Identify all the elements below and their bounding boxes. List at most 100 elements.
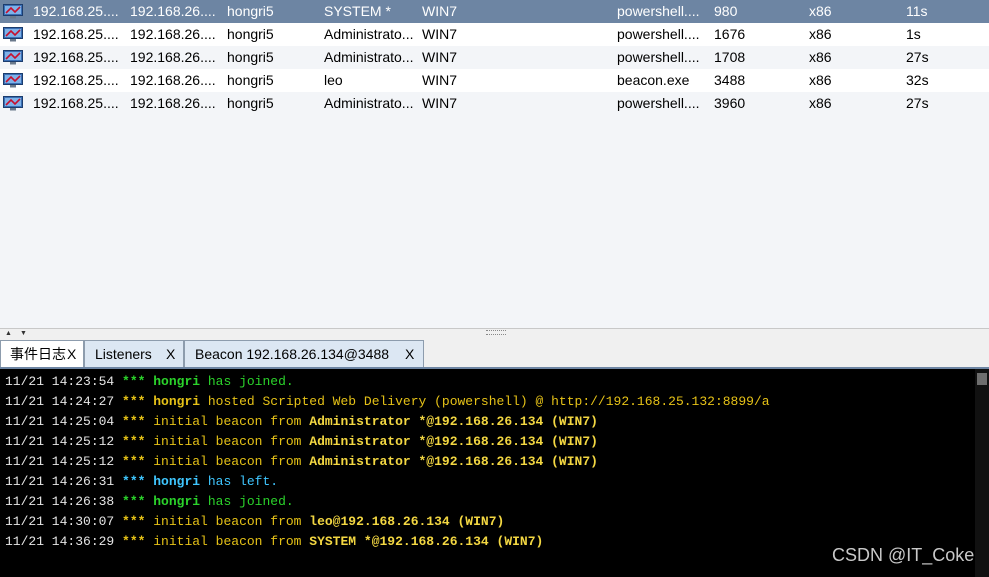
- cell-process: powershell....: [617, 49, 700, 65]
- log-line: 11/21 14:30:07 *** initial beacon from l…: [5, 512, 504, 532]
- log-stars: ***: [122, 534, 146, 549]
- cell-process: powershell....: [617, 3, 700, 19]
- monitor-icon: [3, 50, 23, 65]
- log-line: 11/21 14:25:12 *** initial beacon from A…: [5, 452, 598, 472]
- tab-listeners[interactable]: Listeners X: [84, 340, 184, 367]
- log-time: 11/21 14:23:54: [5, 374, 115, 389]
- log-stars: ***: [122, 414, 146, 429]
- log-line: 11/21 14:25:04 *** initial beacon from A…: [5, 412, 598, 432]
- collapse-down-icon[interactable]: ▼: [20, 330, 27, 337]
- cell-pid: 980: [714, 3, 738, 19]
- tab-close-button[interactable]: X: [67, 341, 76, 367]
- log-message: initial beacon from: [153, 534, 310, 549]
- cell-note: WIN7: [422, 3, 457, 19]
- cell-internal: 192.168.26....: [130, 49, 216, 65]
- cell-last: 27s: [906, 95, 929, 111]
- log-line: 11/21 14:25:12 *** initial beacon from A…: [5, 432, 598, 452]
- cell-pid: 3960: [714, 95, 746, 111]
- cell-computer: Administrato...: [324, 26, 414, 42]
- session-row[interactable]: 192.168.25.... 192.168.26.... hongri5 leo WI…: [0, 69, 989, 92]
- log-message: has joined.: [200, 374, 294, 389]
- log-message: initial beacon from: [153, 434, 310, 449]
- monitor-icon: [3, 96, 23, 111]
- log-time: 11/21 14:25:04: [5, 414, 115, 429]
- cell-process: beacon.exe: [617, 72, 690, 88]
- cell-user: hongri5: [227, 26, 274, 42]
- session-row[interactable]: 192.168.25.... 192.168.26.... hongri5 Admin…: [0, 92, 989, 115]
- log-stars: ***: [122, 434, 146, 449]
- cell-last: 1s: [906, 26, 921, 42]
- log-line: 11/21 14:26:38 *** hongri has joined.: [5, 492, 294, 512]
- cell-computer: leo: [324, 72, 343, 88]
- cell-process: powershell....: [617, 26, 700, 42]
- log-time: 11/21 14:25:12: [5, 434, 115, 449]
- cell-external: 192.168.25....: [33, 3, 119, 19]
- tab-event-log[interactable]: 事件日志 X: [0, 340, 84, 367]
- cell-arch: x86: [809, 72, 832, 88]
- log-time: 11/21 14:36:29: [5, 534, 115, 549]
- cell-arch: x86: [809, 95, 832, 111]
- cell-pid: 1676: [714, 26, 746, 42]
- cell-internal: 192.168.26....: [130, 95, 216, 111]
- splitter-grip-icon[interactable]: [486, 330, 506, 335]
- tab-bar: 事件日志 X Listeners X Beacon 192.168.26.134…: [0, 338, 989, 368]
- tab-label: 事件日志: [10, 346, 66, 362]
- log-actor: hongri: [153, 374, 201, 389]
- log-stars: ***: [122, 474, 146, 489]
- tab-close-button[interactable]: X: [166, 341, 175, 367]
- collapse-up-icon[interactable]: ▲: [5, 330, 12, 337]
- cell-internal: 192.168.26....: [130, 72, 216, 88]
- cell-arch: x86: [809, 49, 832, 65]
- cell-computer: Administrato...: [324, 95, 414, 111]
- cell-process: powershell....: [617, 95, 700, 111]
- console-scrollbar[interactable]: [975, 369, 989, 577]
- log-message: initial beacon from: [153, 414, 310, 429]
- log-line: 11/21 14:24:27 *** hongri hosted Scripte…: [5, 392, 770, 412]
- cell-user: hongri5: [227, 49, 274, 65]
- session-table: 192.168.25.... 192.168.26.... hongri5 SYSTE…: [0, 0, 989, 328]
- cell-note: WIN7: [422, 26, 457, 42]
- cell-note: WIN7: [422, 49, 457, 65]
- tab-label: Listeners: [95, 346, 152, 362]
- session-row[interactable]: 192.168.25.... 192.168.26.... hongri5 Admin…: [0, 46, 989, 69]
- monitor-icon: [3, 27, 23, 42]
- log-message: has left.: [200, 474, 279, 489]
- cell-external: 192.168.25....: [33, 72, 119, 88]
- cell-pid: 1708: [714, 49, 746, 65]
- cell-last: 27s: [906, 49, 929, 65]
- log-message: initial beacon from: [153, 454, 310, 469]
- log-time: 11/21 14:30:07: [5, 514, 115, 529]
- cell-external: 192.168.25....: [33, 95, 119, 111]
- tab-beacon[interactable]: Beacon 192.168.26.134@3488 X: [184, 340, 424, 367]
- cell-computer: Administrato...: [324, 49, 414, 65]
- log-stars: ***: [122, 394, 146, 409]
- cell-user: hongri5: [227, 3, 274, 19]
- cell-last: 32s: [906, 72, 929, 88]
- session-row[interactable]: 192.168.25.... 192.168.26.... hongri5 Admin…: [0, 23, 989, 46]
- cell-pid: 3488: [714, 72, 746, 88]
- tab-close-button[interactable]: X: [405, 341, 414, 367]
- tab-label: Beacon 192.168.26.134@3488: [195, 346, 390, 362]
- log-line: 11/21 14:26:31 *** hongri has left.: [5, 472, 278, 492]
- cell-internal: 192.168.26....: [130, 26, 216, 42]
- cell-note: WIN7: [422, 72, 457, 88]
- log-actor: Administrator *@192.168.26.134 (WIN7): [309, 414, 598, 429]
- cell-external: 192.168.25....: [33, 26, 119, 42]
- cell-last: 11s: [906, 3, 928, 19]
- cell-note: WIN7: [422, 95, 457, 111]
- log-stars: ***: [122, 494, 146, 509]
- log-line: 11/21 14:23:54 *** hongri has joined.: [5, 372, 294, 392]
- session-row[interactable]: 192.168.25.... 192.168.26.... hongri5 SYSTE…: [0, 0, 989, 23]
- log-message: initial beacon from: [153, 514, 310, 529]
- cell-external: 192.168.25....: [33, 49, 119, 65]
- monitor-icon: [3, 73, 23, 88]
- log-time: 11/21 14:26:38: [5, 494, 115, 509]
- log-stars: ***: [122, 454, 146, 469]
- log-stars: ***: [122, 514, 146, 529]
- log-actor: hongri: [153, 474, 201, 489]
- log-actor: Administrator *@192.168.26.134 (WIN7): [309, 454, 598, 469]
- scrollbar-thumb[interactable]: [977, 373, 987, 385]
- log-message: hosted Scripted Web Delivery (powershell…: [200, 394, 770, 409]
- cell-user: hongri5: [227, 72, 274, 88]
- log-actor: hongri: [153, 394, 201, 409]
